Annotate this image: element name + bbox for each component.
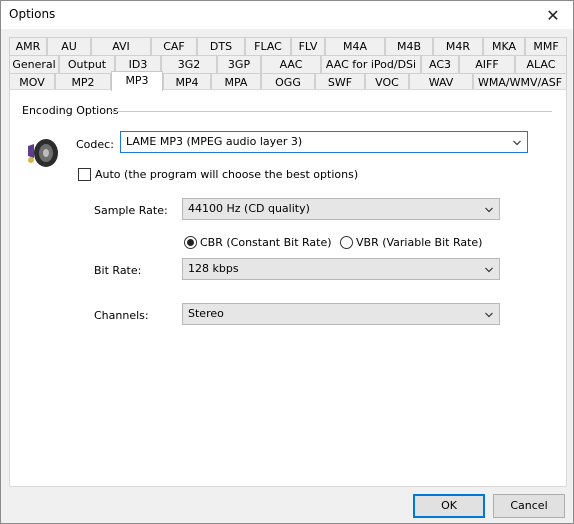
tab-3gp[interactable]: 3GP	[217, 55, 261, 73]
auto-checkbox[interactable]	[78, 168, 91, 181]
sample-rate-label: Sample Rate:	[94, 204, 168, 217]
tab-alac[interactable]: ALAC	[515, 55, 567, 73]
sample-rate-value: 44100 Hz (CD quality)	[188, 202, 310, 215]
vbr-radio[interactable]	[340, 236, 353, 249]
tab-mka[interactable]: MKA	[483, 37, 525, 55]
codec-value: LAME MP3 (MPEG audio layer 3)	[126, 135, 303, 148]
tab-amr[interactable]: AMR	[9, 37, 47, 55]
tab-m4b[interactable]: M4B	[385, 37, 433, 55]
encoding-options-title: Encoding Options	[22, 104, 123, 117]
close-icon: ✕	[546, 5, 560, 25]
chevron-down-icon	[513, 140, 521, 146]
channels-select[interactable]: Stereo	[182, 303, 500, 325]
chevron-down-icon	[485, 207, 493, 213]
chevron-down-icon	[485, 267, 493, 273]
tab-aiff[interactable]: AIFF	[459, 55, 515, 73]
tab-avi[interactable]: AVI	[91, 37, 151, 55]
speaker-icon	[24, 136, 60, 170]
chevron-down-icon	[485, 312, 493, 318]
auto-label: Auto (the program will choose the best o…	[95, 168, 359, 181]
codec-select[interactable]: LAME MP3 (MPEG audio layer 3)	[120, 131, 528, 153]
tab-ac3[interactable]: AC3	[421, 55, 459, 73]
mp3-options-panel: Encoding Options Codec: LAME MP3 (MPEG a…	[9, 89, 567, 487]
close-button[interactable]: ✕	[533, 1, 573, 29]
ok-button[interactable]: OK	[413, 494, 485, 518]
tab-dts[interactable]: DTS	[197, 37, 245, 55]
bit-rate-label: Bit Rate:	[94, 264, 142, 277]
tab-aac[interactable]: AAC	[261, 55, 321, 73]
window-title: Options	[9, 7, 56, 21]
group-divider	[110, 111, 552, 112]
tab-m4a[interactable]: M4A	[325, 37, 385, 55]
codec-label: Codec:	[76, 138, 114, 151]
options-window: Options ✕ AMR AU AVI CAF DTS FLAC FLV M4…	[0, 0, 574, 524]
channels-value: Stereo	[188, 307, 224, 320]
tab-general[interactable]: General	[9, 55, 59, 73]
sample-rate-select[interactable]: 44100 Hz (CD quality)	[182, 198, 500, 220]
tab-mmf[interactable]: MMF	[525, 37, 567, 55]
tab-caf[interactable]: CAF	[151, 37, 197, 55]
bit-rate-select[interactable]: 128 kbps	[182, 258, 500, 280]
tab-aac-ipod[interactable]: AAC for iPod/DSi	[321, 55, 421, 73]
cancel-button[interactable]: Cancel	[493, 494, 565, 518]
vbr-label: VBR (Variable Bit Rate)	[356, 236, 483, 249]
channels-label: Channels:	[94, 309, 149, 322]
tab-mp3[interactable]: MP3	[111, 71, 163, 91]
tab-m4r[interactable]: M4R	[433, 37, 483, 55]
tab-3g2[interactable]: 3G2	[161, 55, 217, 73]
cbr-label: CBR (Constant Bit Rate)	[200, 236, 332, 249]
tab-au[interactable]: AU	[47, 37, 91, 55]
cbr-radio[interactable]	[184, 236, 197, 249]
tab-flac[interactable]: FLAC	[245, 37, 291, 55]
tab-flv[interactable]: FLV	[291, 37, 325, 55]
tab-output[interactable]: Output	[59, 55, 115, 73]
bit-rate-value: 128 kbps	[188, 262, 239, 275]
title-bar: Options ✕	[1, 1, 573, 29]
